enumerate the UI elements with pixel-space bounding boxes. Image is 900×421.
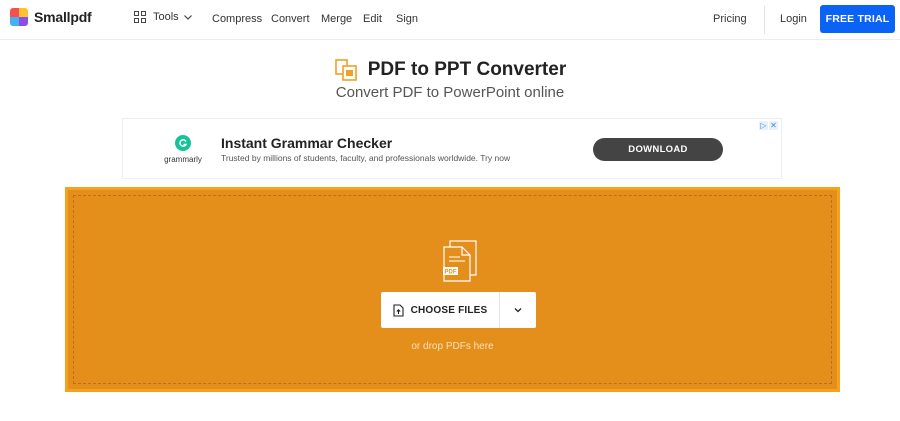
logo-mark-icon bbox=[10, 8, 28, 26]
page-subtitle: Convert PDF to PowerPoint online bbox=[335, 84, 565, 101]
nav-divider bbox=[764, 6, 765, 34]
login-link[interactable]: Login bbox=[780, 12, 807, 26]
smallpdf-logo[interactable]: Smallpdf bbox=[10, 8, 92, 26]
file-dropzone[interactable]: PDF CHOOSE FILES or drop PDFs here bbox=[65, 187, 840, 392]
choose-files-label: CHOOSE FILES bbox=[410, 304, 488, 316]
pdf-file-icon: PDF bbox=[443, 240, 477, 282]
chevron-down-icon bbox=[514, 308, 522, 313]
page-header: PDF to PPT Converter bbox=[0, 58, 900, 82]
free-trial-button[interactable]: FREE TRIAL bbox=[820, 5, 895, 33]
ad-download-button[interactable]: DOWNLOAD bbox=[593, 138, 723, 161]
ad-choices[interactable]: ▷ ✕ bbox=[759, 121, 778, 130]
close-icon[interactable]: ✕ bbox=[769, 121, 778, 130]
nav-link-compress[interactable]: Compress bbox=[212, 12, 262, 26]
adchoices-icon[interactable]: ▷ bbox=[759, 121, 768, 130]
file-upload-icon bbox=[393, 303, 404, 317]
grid-icon bbox=[134, 11, 146, 23]
grammarly-g-icon bbox=[175, 135, 191, 151]
nav-link-pricing[interactable]: Pricing bbox=[713, 12, 747, 26]
chevron-down-icon bbox=[183, 15, 192, 20]
tools-label: Tools bbox=[153, 11, 179, 23]
nav-link-convert[interactable]: Convert bbox=[271, 12, 310, 26]
pdf-badge-text: PDF bbox=[445, 270, 457, 276]
tools-menu[interactable]: Tools bbox=[134, 11, 193, 23]
choose-files-button[interactable]: CHOOSE FILES bbox=[381, 292, 499, 328]
choose-files-group: CHOOSE FILES bbox=[381, 292, 536, 328]
nav-link-sign[interactable]: Sign bbox=[396, 12, 418, 26]
dropzone-dashed-border: PDF CHOOSE FILES or drop PDFs here bbox=[73, 195, 832, 384]
ad-banner[interactable]: grammarly Instant Grammar Checker Truste… bbox=[122, 118, 782, 179]
ad-headline[interactable]: Instant Grammar Checker bbox=[221, 135, 392, 151]
top-nav: Smallpdf Tools Compress Convert Merge Ed… bbox=[0, 0, 900, 40]
grammarly-brand: grammarly bbox=[164, 155, 202, 164]
page-title: PDF to PPT Converter bbox=[367, 59, 567, 80]
grammarly-logo: grammarly bbox=[153, 135, 213, 164]
nav-link-edit[interactable]: Edit bbox=[363, 12, 382, 26]
choose-source-dropdown[interactable] bbox=[500, 292, 536, 328]
pdf-to-ppt-icon bbox=[334, 59, 357, 81]
ad-description: Trusted by millions of students, faculty… bbox=[221, 153, 511, 163]
drop-hint: or drop PDFs here bbox=[411, 341, 494, 352]
nav-link-merge[interactable]: Merge bbox=[321, 12, 352, 26]
logo-text: Smallpdf bbox=[34, 9, 92, 25]
